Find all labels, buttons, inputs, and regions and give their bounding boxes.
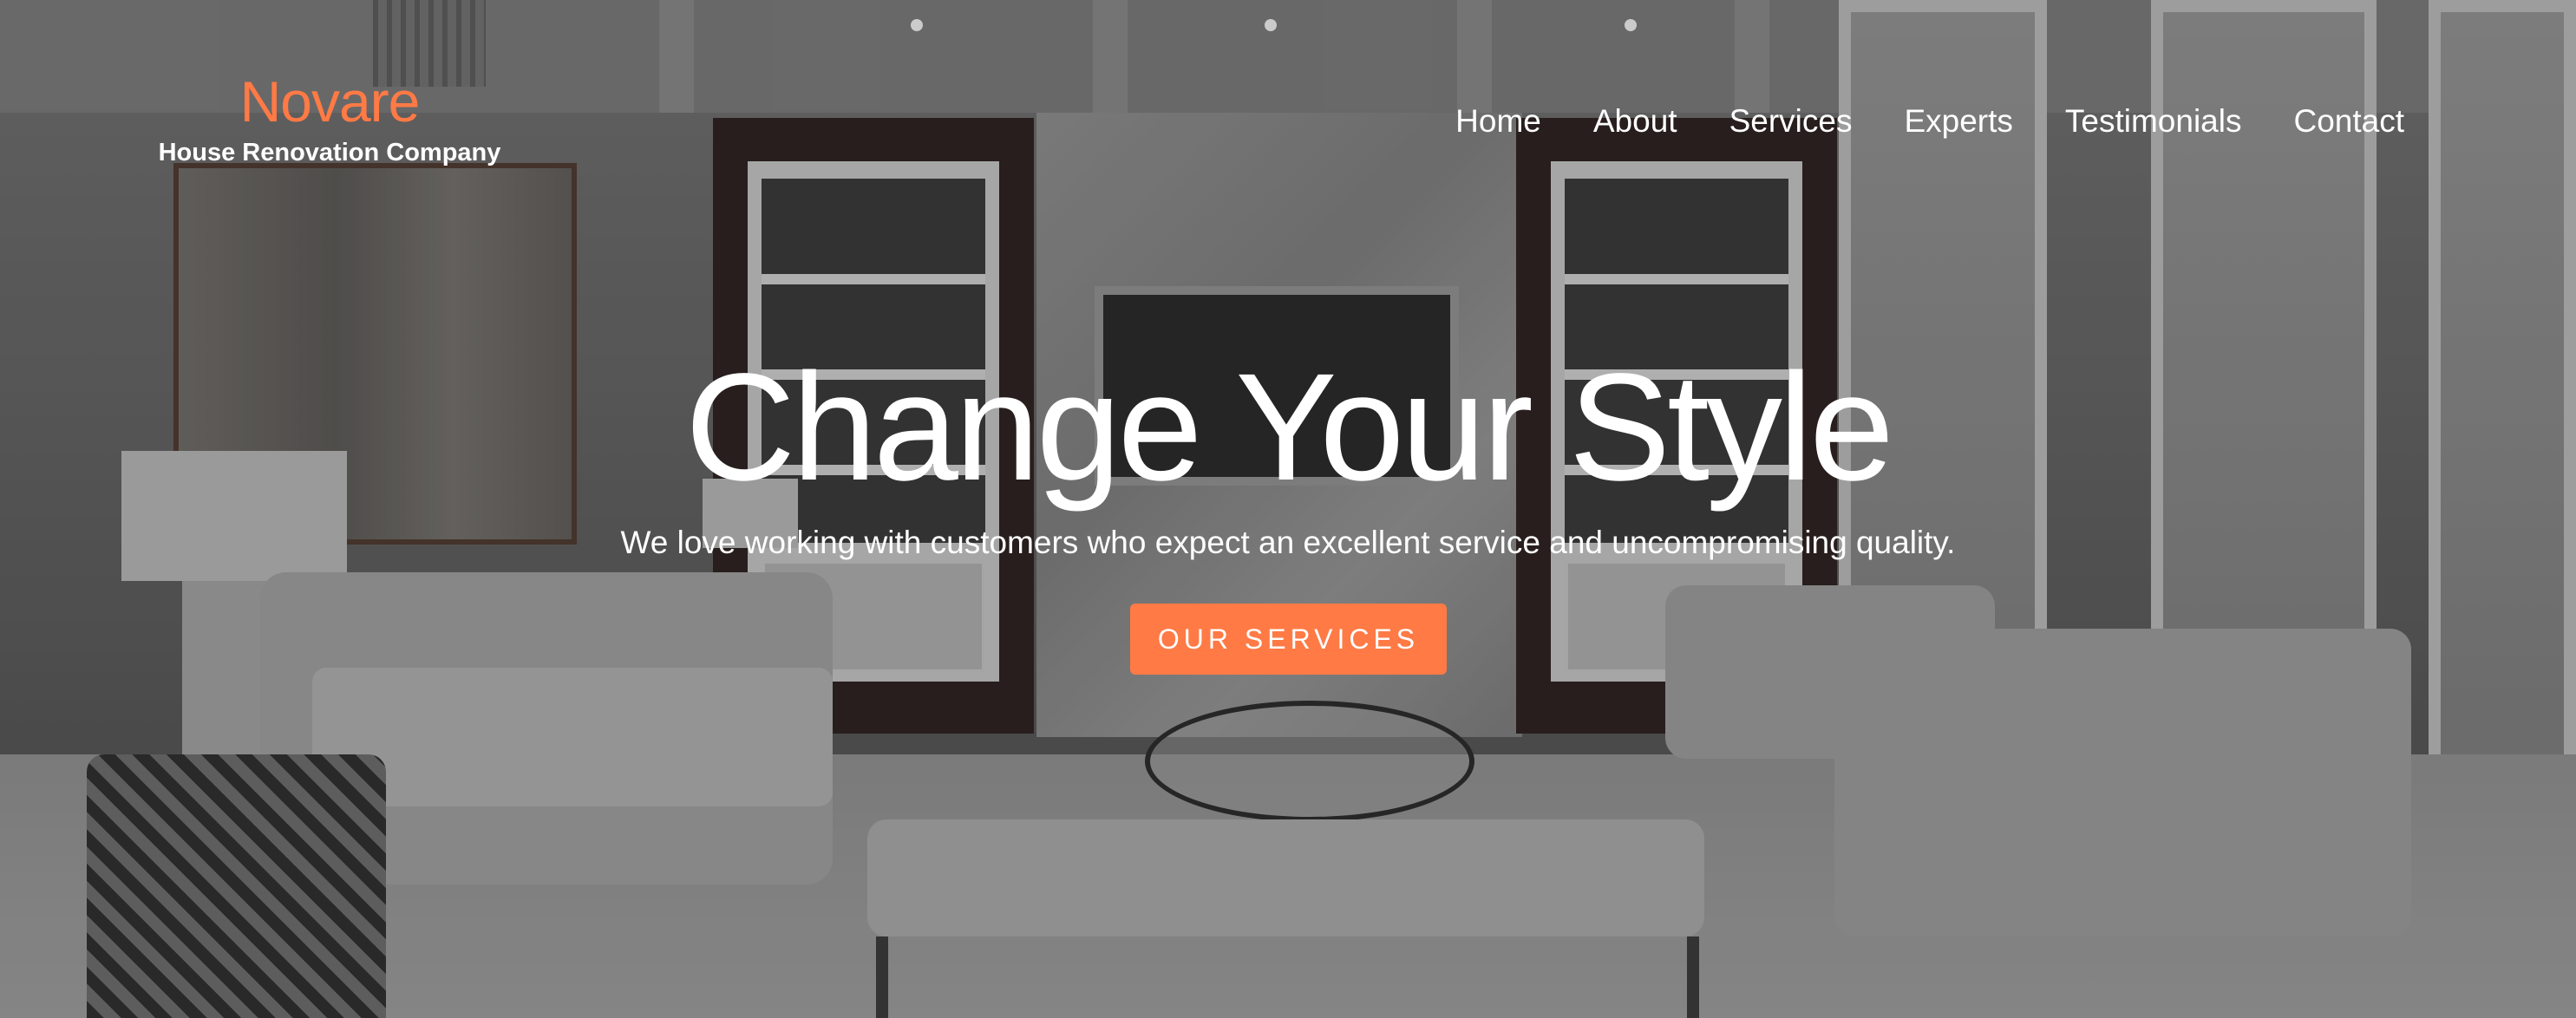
brand-logo[interactable]: Novare House Renovation Company (147, 68, 512, 168)
hero-title: Change Your Style (684, 343, 1894, 512)
nav-item-about[interactable]: About (1593, 101, 1677, 142)
hero-section: Novare House Renovation Company Home Abo… (0, 0, 2576, 1018)
our-services-button[interactable]: OUR SERVICES (1130, 604, 1447, 675)
brand-name[interactable]: Novare (147, 68, 512, 135)
nav-item-testimonials[interactable]: Testimonials (2065, 101, 2242, 142)
brand-tagline: House Renovation Company (158, 139, 501, 166)
nav-item-services[interactable]: Services (1729, 101, 1853, 142)
main-nav: Home About Services Experts Testimonials… (1403, 101, 2404, 142)
hero-subtitle: We love working with customers who expec… (620, 525, 1956, 560)
nav-item-contact[interactable]: Contact (2293, 101, 2404, 142)
nav-item-home[interactable]: Home (1455, 101, 1541, 142)
nav-item-experts[interactable]: Experts (1904, 101, 2012, 142)
